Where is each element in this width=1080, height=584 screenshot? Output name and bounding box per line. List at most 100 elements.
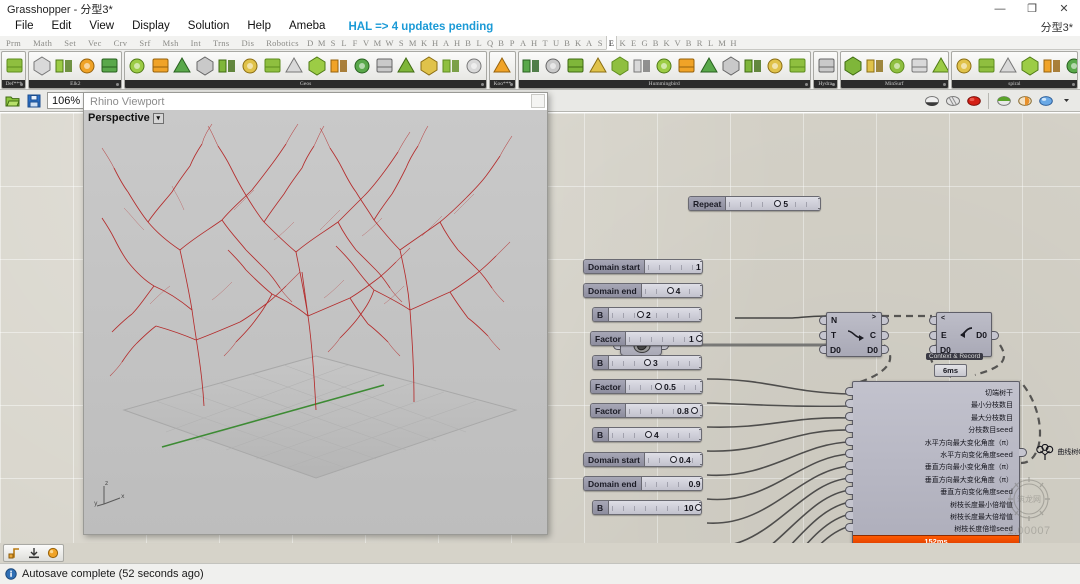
input-pin-n[interactable] <box>819 316 826 325</box>
ribbon-tab-44[interactable]: V <box>672 36 683 49</box>
maximize-button[interactable]: ❐ <box>1016 0 1048 17</box>
component-icon-4-6[interactable] <box>654 53 674 80</box>
cluster-input-pin-11[interactable] <box>845 523 853 533</box>
ribbon-tab-16[interactable]: V <box>361 36 372 49</box>
input-pin-e[interactable] <box>929 331 936 340</box>
slider-track[interactable]: 1 <box>626 332 702 345</box>
slider-track[interactable]: 5 <box>726 197 820 210</box>
ribbon-tab-23[interactable]: A <box>441 36 452 49</box>
component-icon-2-4[interactable] <box>217 53 237 80</box>
number-slider-6[interactable]: Factor 0.5 <box>590 379 703 394</box>
component-icon-2-10[interactable] <box>351 53 371 80</box>
component-icon-1-3[interactable] <box>99 53 119 80</box>
ribbon-tab-45[interactable]: B <box>683 36 694 49</box>
component-icon-2-14[interactable] <box>441 53 461 80</box>
ribbon-tab-41[interactable]: G <box>639 36 650 49</box>
menu-item-ameba[interactable]: Ameba <box>280 17 334 36</box>
number-slider-4[interactable]: Factor 1 <box>590 331 703 346</box>
menu-item-solution[interactable]: Solution <box>179 17 239 36</box>
preview-off-icon[interactable] <box>994 91 1013 110</box>
group-expand-dot-icon[interactable] <box>831 82 835 86</box>
component-icon-7-0[interactable] <box>954 53 974 80</box>
ribbon-tab-42[interactable]: B <box>650 36 661 49</box>
component-icon-2-11[interactable] <box>374 53 394 80</box>
number-slider-10[interactable]: Domain end 0.9 <box>583 476 703 491</box>
number-slider-11[interactable]: B 10 <box>592 500 702 515</box>
component-icon-4-11[interactable] <box>765 53 785 80</box>
ribbon-tab-17[interactable]: M <box>372 36 384 49</box>
cluster-input-pin-7[interactable] <box>845 473 853 483</box>
group-expand-dot-icon[interactable] <box>116 82 120 86</box>
component-icon-2-8[interactable] <box>307 53 327 80</box>
ribbon-tab-35[interactable]: K <box>573 36 584 49</box>
group-expand-dot-icon[interactable] <box>20 82 24 86</box>
close-button[interactable]: ✕ <box>1048 0 1080 17</box>
component-icon-4-4[interactable] <box>610 53 630 80</box>
component-icon-7-1[interactable] <box>976 53 996 80</box>
ribbon-tab-12[interactable]: M <box>316 36 328 49</box>
chevron-down-icon[interactable]: ▾ <box>152 112 164 124</box>
menu-item-display[interactable]: Display <box>123 17 179 36</box>
slider-track[interactable]: 4 <box>641 284 702 297</box>
number-slider-7[interactable]: Factor 0.8 <box>590 403 703 418</box>
slider-track[interactable]: 0.4 <box>644 453 702 466</box>
number-slider-5[interactable]: B3 <box>592 355 702 370</box>
slider-grip[interactable] <box>645 431 652 438</box>
slider-track[interactable]: 0.9 <box>641 477 703 490</box>
component-icon-6-3[interactable] <box>909 53 929 80</box>
slider-output-pin[interactable] <box>700 381 702 392</box>
slider-output-pin[interactable] <box>818 198 820 209</box>
slider-grip[interactable] <box>702 480 703 487</box>
component-icon-2-5[interactable] <box>239 53 259 80</box>
menu-item-view[interactable]: View <box>80 17 123 36</box>
component-icon-4-7[interactable] <box>676 53 696 80</box>
ribbon-tab-32[interactable]: T <box>540 36 551 49</box>
slider-track[interactable]: 0.8 <box>626 404 702 417</box>
component-icon-4-2[interactable] <box>565 53 585 80</box>
slider-track[interactable]: 1 <box>644 260 702 273</box>
ribbon-tab-25[interactable]: B <box>463 36 474 49</box>
cluster-input-pin-6[interactable] <box>845 461 853 471</box>
component-icon-2-12[interactable] <box>396 53 416 80</box>
cluster-input-pin-10[interactable] <box>845 511 853 520</box>
ribbon-tab-28[interactable]: B <box>496 36 507 49</box>
slider-output-pin[interactable] <box>699 357 701 368</box>
slider-output-pin[interactable] <box>700 454 702 465</box>
slider-grip[interactable] <box>644 359 651 366</box>
slider-grip[interactable] <box>695 335 702 342</box>
number-slider-2[interactable]: Domain end 4 <box>583 283 703 298</box>
ribbon-tab-26[interactable]: L <box>474 36 485 49</box>
rhino-viewport[interactable]: Perspective ▾ z x y <box>84 110 547 534</box>
cluster-input-pin-9[interactable] <box>845 498 853 508</box>
ribbon-tab-37[interactable]: S <box>595 36 606 49</box>
ribbon-tab-20[interactable]: M <box>407 36 419 49</box>
component-icon-6-4[interactable] <box>931 53 948 80</box>
menu-item-edit[interactable]: Edit <box>43 17 81 36</box>
open-file-icon[interactable] <box>3 91 22 110</box>
component-icon-6-2[interactable] <box>887 53 907 80</box>
component-icon-2-0[interactable] <box>127 53 147 80</box>
preview-ghosted-icon[interactable] <box>1015 91 1034 110</box>
slider-grip[interactable] <box>695 504 701 511</box>
group-expand-dot-icon[interactable] <box>509 82 513 86</box>
ribbon-tab-29[interactable]: P <box>507 36 518 49</box>
preview-wireframe-icon[interactable] <box>922 91 941 110</box>
preview-render-icon[interactable] <box>1036 91 1055 110</box>
ribbon-tab-5[interactable]: Srf <box>133 36 156 49</box>
ribbon-tab-3[interactable]: Vec <box>82 36 108 49</box>
viewport-label-group[interactable]: Perspective ▾ <box>88 112 164 124</box>
component-icon-6-0[interactable] <box>843 53 863 80</box>
ribbon-tab-36[interactable]: A <box>584 36 595 49</box>
rhino-window-close-button[interactable] <box>531 94 545 108</box>
preview-shaded-icon[interactable] <box>943 91 962 110</box>
component-icon-2-1[interactable] <box>150 53 170 80</box>
slider-track[interactable]: 0.5 <box>626 380 702 393</box>
save-file-icon[interactable] <box>24 91 43 110</box>
preview-mesh-icon[interactable] <box>964 91 983 110</box>
number-slider-1[interactable]: Domain start 1 <box>583 259 703 274</box>
component-icon-2-7[interactable] <box>284 53 304 80</box>
ribbon-tab-1[interactable]: Math <box>27 36 58 49</box>
ribbon-tab-19[interactable]: S <box>396 36 407 49</box>
group-expand-dot-icon[interactable] <box>942 82 946 86</box>
component-icon-6-1[interactable] <box>865 53 885 80</box>
